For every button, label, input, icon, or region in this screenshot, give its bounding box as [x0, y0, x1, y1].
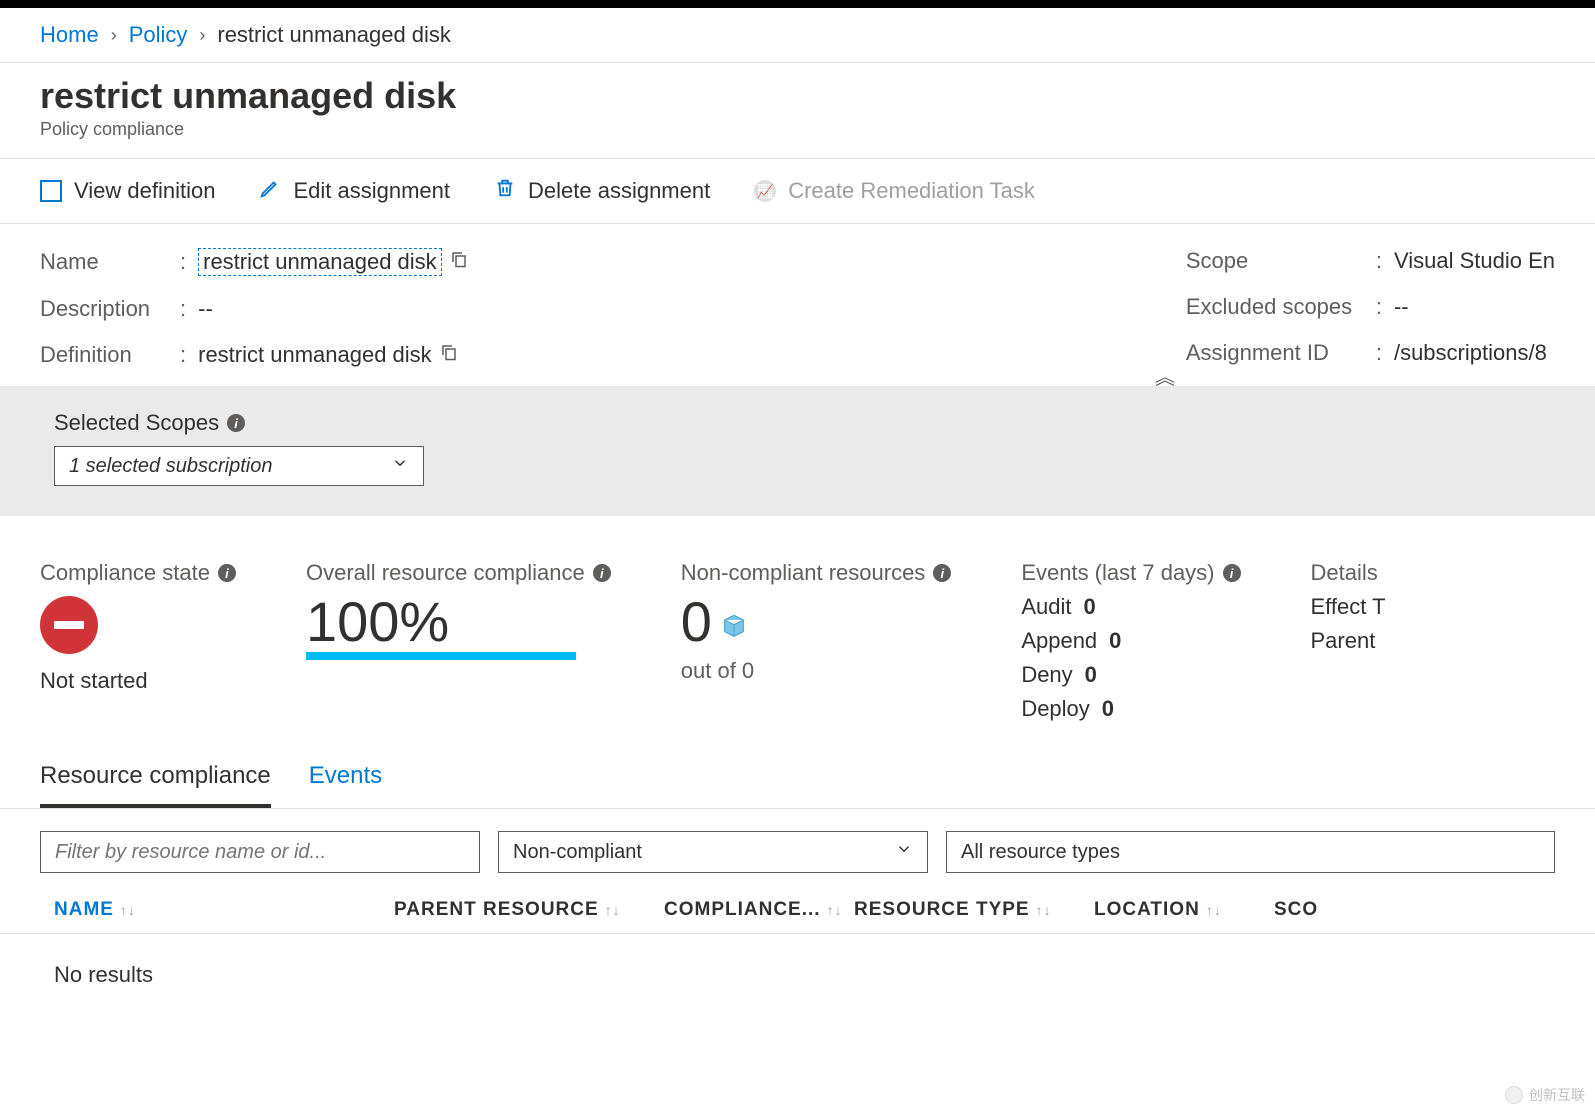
progress-bar	[306, 652, 576, 660]
info-icon[interactable]: i	[933, 564, 951, 582]
noncompliant-sub: out of 0	[681, 658, 952, 684]
definition-icon	[40, 180, 62, 202]
th-parent[interactable]: PARENT RESOURCE↑↓	[394, 899, 624, 921]
meta-desc-label: Description	[40, 296, 180, 322]
sort-icon: ↑↓	[1206, 902, 1222, 918]
meta-name-label: Name	[40, 249, 180, 275]
chevron-right-icon: ›	[111, 25, 117, 46]
th-resource-type[interactable]: RESOURCE TYPE↑↓	[854, 899, 1054, 921]
resource-type-dropdown[interactable]: All resource types	[946, 831, 1555, 873]
info-icon[interactable]: i	[227, 414, 245, 432]
overall-compliance-card: Overall resource compliance i 100%	[306, 560, 611, 722]
noncompliant-card: Non-compliant resources i 0 out of 0	[681, 560, 952, 722]
scopes-section: Selected Scopes i 1 selected subscriptio…	[0, 386, 1595, 516]
sort-icon: ↑↓	[605, 902, 621, 918]
chevron-down-icon	[391, 454, 409, 478]
remediation-icon: 📈	[754, 180, 776, 202]
breadcrumb-home[interactable]: Home	[40, 22, 99, 48]
th-compliance[interactable]: COMPLIANCE...↑↓	[664, 899, 814, 921]
filter-row: Non-compliant All resource types	[0, 809, 1595, 873]
chevron-right-icon: ›	[199, 25, 205, 46]
breadcrumb-current: restrict unmanaged disk	[217, 22, 451, 48]
page-title: restrict unmanaged disk	[40, 75, 1555, 117]
compliance-filter-dropdown[interactable]: Non-compliant	[498, 831, 928, 873]
watermark-logo-icon	[1505, 1086, 1523, 1104]
toolbar-label: View definition	[74, 178, 215, 204]
scopes-dropdown[interactable]: 1 selected subscription	[54, 446, 424, 486]
chevron-down-icon	[895, 840, 913, 864]
info-icon[interactable]: i	[218, 564, 236, 582]
events-card: Events (last 7 days) i Audit0 Append0 De…	[1021, 560, 1240, 722]
page-subtitle: Policy compliance	[40, 119, 1555, 140]
meta-def-value: restrict unmanaged disk	[198, 342, 432, 368]
selected-scopes-label: Selected Scopes i	[54, 410, 1541, 436]
toolbar: View definition Edit assignment Delete a…	[0, 159, 1595, 224]
copy-icon[interactable]	[440, 342, 458, 368]
breadcrumb-policy[interactable]: Policy	[129, 22, 188, 48]
tab-events[interactable]: Events	[309, 762, 382, 808]
th-location[interactable]: LOCATION↑↓	[1094, 899, 1234, 921]
tabs: Resource compliance Events	[0, 742, 1595, 809]
not-started-icon	[40, 596, 98, 654]
table-header: NAME↑↓ PARENT RESOURCE↑↓ COMPLIANCE...↑↓…	[0, 873, 1595, 933]
cube-icon	[720, 613, 748, 641]
meta-excluded-label: Excluded scopes	[1186, 294, 1376, 320]
metadata-section: Name : restrict unmanaged disk Descripti…	[0, 224, 1595, 386]
tab-resource-compliance[interactable]: Resource compliance	[40, 762, 271, 808]
info-icon[interactable]: i	[1223, 564, 1241, 582]
sort-icon: ↑↓	[120, 902, 136, 918]
compliance-state-text: Not started	[40, 668, 236, 694]
info-icon[interactable]: i	[593, 564, 611, 582]
pencil-icon	[259, 177, 281, 205]
collapse-icon[interactable]: ︽	[1155, 361, 1175, 390]
trash-icon	[494, 177, 516, 205]
no-results-text: No results	[0, 933, 1595, 1016]
meta-assign-label: Assignment ID	[1186, 340, 1376, 366]
watermark: 创新互联	[1505, 1085, 1585, 1105]
meta-excluded-value: --	[1394, 294, 1409, 320]
overall-compliance-value: 100%	[306, 594, 611, 650]
page-header: restrict unmanaged disk Policy complianc…	[0, 62, 1595, 159]
th-scope[interactable]: SCO	[1274, 899, 1318, 921]
meta-scope-value: Visual Studio En	[1394, 248, 1555, 274]
compliance-state-card: Compliance state i Not started	[40, 560, 236, 722]
toolbar-label: Delete assignment	[528, 178, 710, 204]
breadcrumb: Home › Policy › restrict unmanaged disk	[0, 8, 1595, 62]
sort-icon: ↑↓	[1036, 902, 1052, 918]
stats-section: Compliance state i Not started Overall r…	[0, 516, 1595, 742]
noncompliant-value: 0	[681, 594, 712, 650]
toolbar-label: Edit assignment	[293, 178, 450, 204]
meta-desc-value: --	[198, 296, 213, 322]
delete-assignment-button[interactable]: Delete assignment	[494, 177, 710, 205]
filter-input[interactable]	[40, 831, 480, 873]
meta-name-value: restrict unmanaged disk	[198, 248, 442, 276]
edit-assignment-button[interactable]: Edit assignment	[259, 177, 450, 205]
meta-scope-label: Scope	[1186, 248, 1376, 274]
toolbar-label: Create Remediation Task	[788, 178, 1035, 204]
meta-def-label: Definition	[40, 342, 180, 368]
window-topbar	[0, 0, 1595, 8]
copy-icon[interactable]	[450, 249, 468, 275]
view-definition-button[interactable]: View definition	[40, 177, 215, 205]
th-name[interactable]: NAME↑↓	[54, 899, 354, 921]
details-card: Details Effect T Parent	[1311, 560, 1386, 722]
sort-icon: ↑↓	[827, 902, 843, 918]
meta-assign-value: /subscriptions/8	[1394, 340, 1547, 366]
create-remediation-button: 📈 Create Remediation Task	[754, 177, 1035, 205]
